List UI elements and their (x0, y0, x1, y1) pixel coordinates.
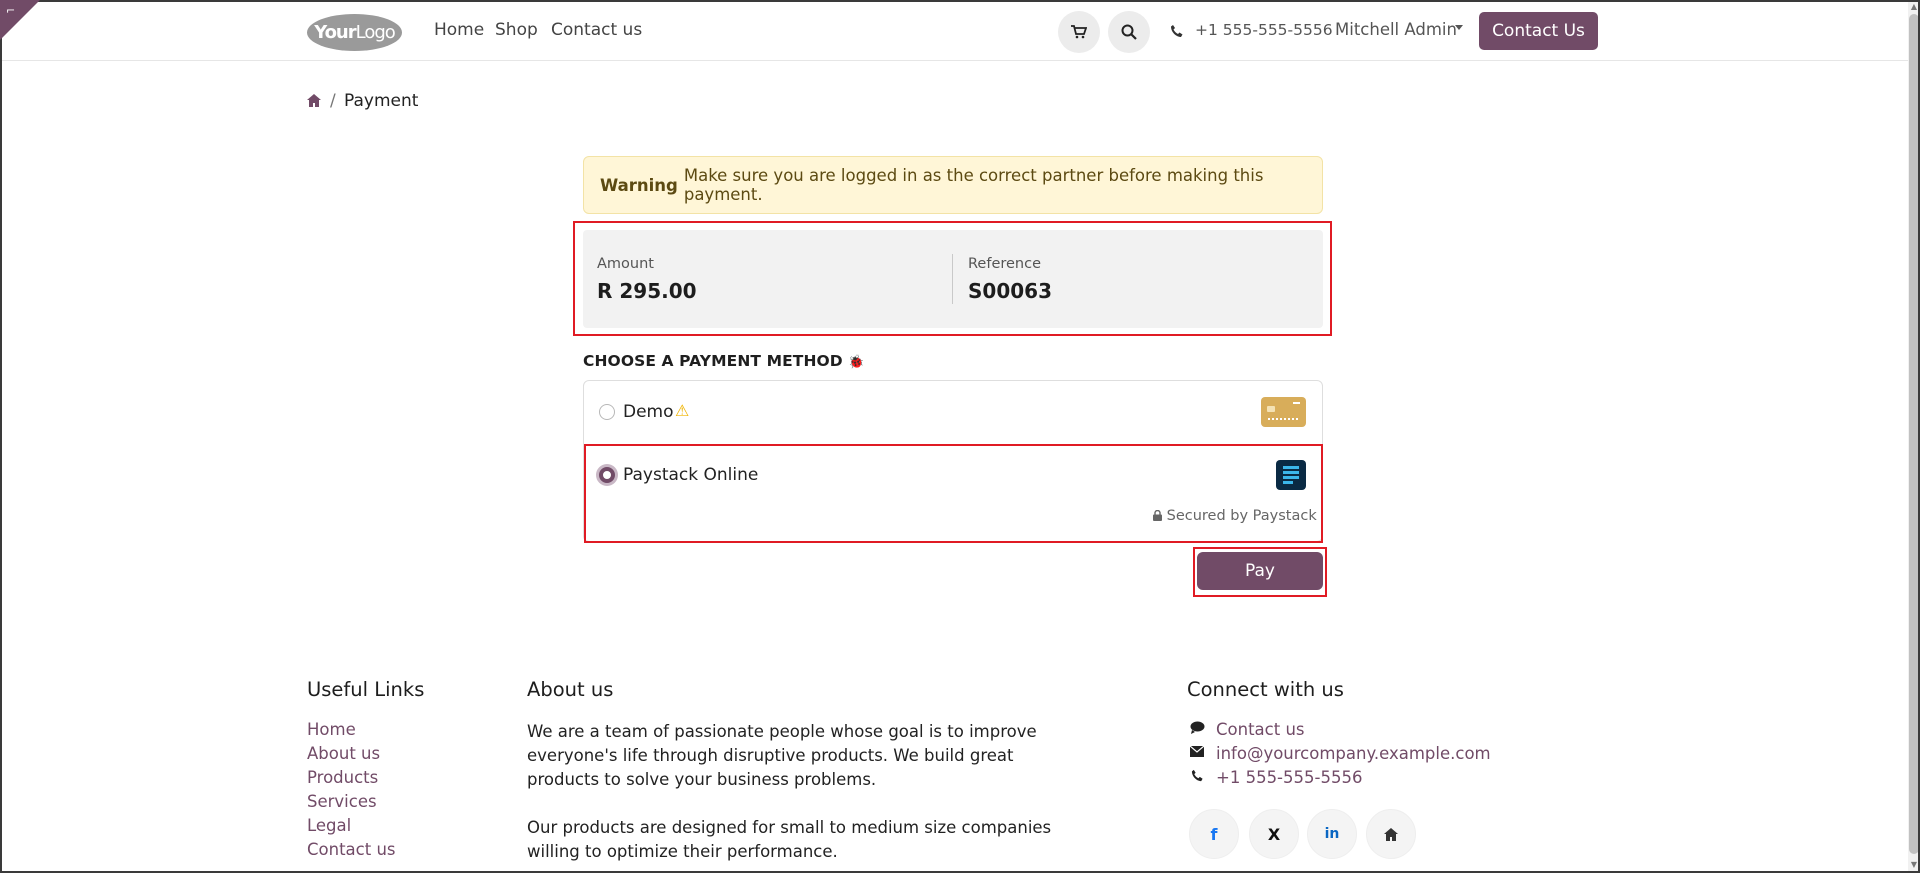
home-icon (1384, 827, 1398, 841)
demo-method-label[interactable]: Demo (623, 402, 674, 422)
payment-method-heading: CHOOSE A PAYMENT METHOD 🐞 (583, 352, 865, 370)
logo[interactable]: Your Logo (307, 14, 402, 51)
footer-link-contact[interactable]: Contact us (307, 840, 396, 859)
search-icon (1121, 24, 1137, 40)
connect-email-link[interactable]: info@yourcompany.example.com (1216, 744, 1491, 763)
warning-text: Make sure you are logged in as the corre… (683, 166, 1264, 204)
nav-shop[interactable]: Shop (495, 20, 538, 40)
nav-contact[interactable]: Contact us (551, 20, 642, 40)
user-menu[interactable]: Mitchell Admin (1335, 20, 1457, 39)
cart-button[interactable] (1058, 11, 1100, 53)
warning-icon: ⚠ (675, 401, 690, 420)
connect-contact-link[interactable]: Contact us (1216, 720, 1305, 739)
about-text: We are a team of passionate people whose… (527, 720, 1067, 888)
scroll-down-arrow[interactable]: ▼ (1909, 860, 1919, 870)
scrollbar-thumb[interactable] (1909, 14, 1919, 854)
phone-icon (1171, 25, 1183, 37)
paystack-radio[interactable] (599, 467, 615, 483)
connect-phone-link[interactable]: +1 555-555-5556 (1216, 768, 1362, 787)
warning-title: Warning (600, 175, 678, 195)
corner-mark-icon: ⌐ (6, 4, 16, 17)
lock-icon (1153, 509, 1162, 521)
facebook-icon[interactable]: f (1189, 809, 1239, 859)
contact-us-button[interactable]: Contact Us (1479, 12, 1598, 50)
footer-link-home[interactable]: Home (307, 720, 356, 739)
comment-icon (1188, 721, 1206, 738)
footer-link-services[interactable]: Services (307, 792, 377, 811)
envelope-icon (1188, 745, 1206, 761)
logo-text-sub: Logo (355, 22, 396, 43)
paystack-logo-icon (1276, 460, 1306, 490)
summary-divider (952, 254, 953, 304)
pay-button[interactable]: Pay (1197, 552, 1323, 590)
header-phone[interactable]: +1 555-555-5556 (1195, 21, 1333, 39)
phone-icon (1188, 769, 1206, 786)
reference-label: Reference (968, 256, 1042, 272)
x-twitter-icon[interactable]: X (1249, 809, 1299, 859)
demo-radio[interactable] (599, 404, 615, 420)
warning-alert: Warning Make sure you are logged in as t… (583, 156, 1323, 214)
footer-link-about[interactable]: About us (307, 744, 380, 763)
secured-note: Secured by Paystack (1153, 508, 1317, 524)
connect-title: Connect with us (1187, 678, 1344, 701)
search-button[interactable] (1108, 11, 1150, 53)
useful-links-title: Useful Links (307, 678, 425, 701)
reference-value: S00063 (968, 279, 1052, 303)
home-icon[interactable] (307, 94, 321, 107)
amount-value: R 295.00 (597, 279, 697, 303)
breadcrumb-current: Payment (344, 91, 419, 111)
chevron-down-icon (1455, 25, 1463, 30)
about-title: About us (527, 678, 614, 701)
credit-card-icon (1261, 397, 1306, 427)
cart-icon (1071, 25, 1087, 39)
secured-text: Secured by Paystack (1166, 508, 1317, 524)
breadcrumb-separator: / (330, 91, 336, 111)
payment-method-heading-text: CHOOSE A PAYMENT METHOD (583, 352, 843, 370)
footer-link-legal[interactable]: Legal (307, 816, 351, 835)
footer-link-products[interactable]: Products (307, 768, 378, 787)
about-paragraph-2: Our products are designed for small to m… (527, 818, 1052, 861)
logo-text-main: Your (314, 22, 356, 43)
amount-label: Amount (597, 256, 654, 272)
about-paragraph-1: We are a team of passionate people whose… (527, 722, 1037, 789)
home-social-button[interactable] (1366, 809, 1416, 859)
scroll-up-arrow[interactable]: ▲ (1909, 2, 1919, 12)
nav-home[interactable]: Home (434, 20, 484, 40)
bug-icon: 🐞 (848, 355, 865, 370)
site-header (0, 0, 1908, 61)
linkedin-icon[interactable]: in (1307, 809, 1357, 859)
paystack-highlight (584, 444, 1323, 543)
paystack-method-label[interactable]: Paystack Online (623, 465, 758, 485)
